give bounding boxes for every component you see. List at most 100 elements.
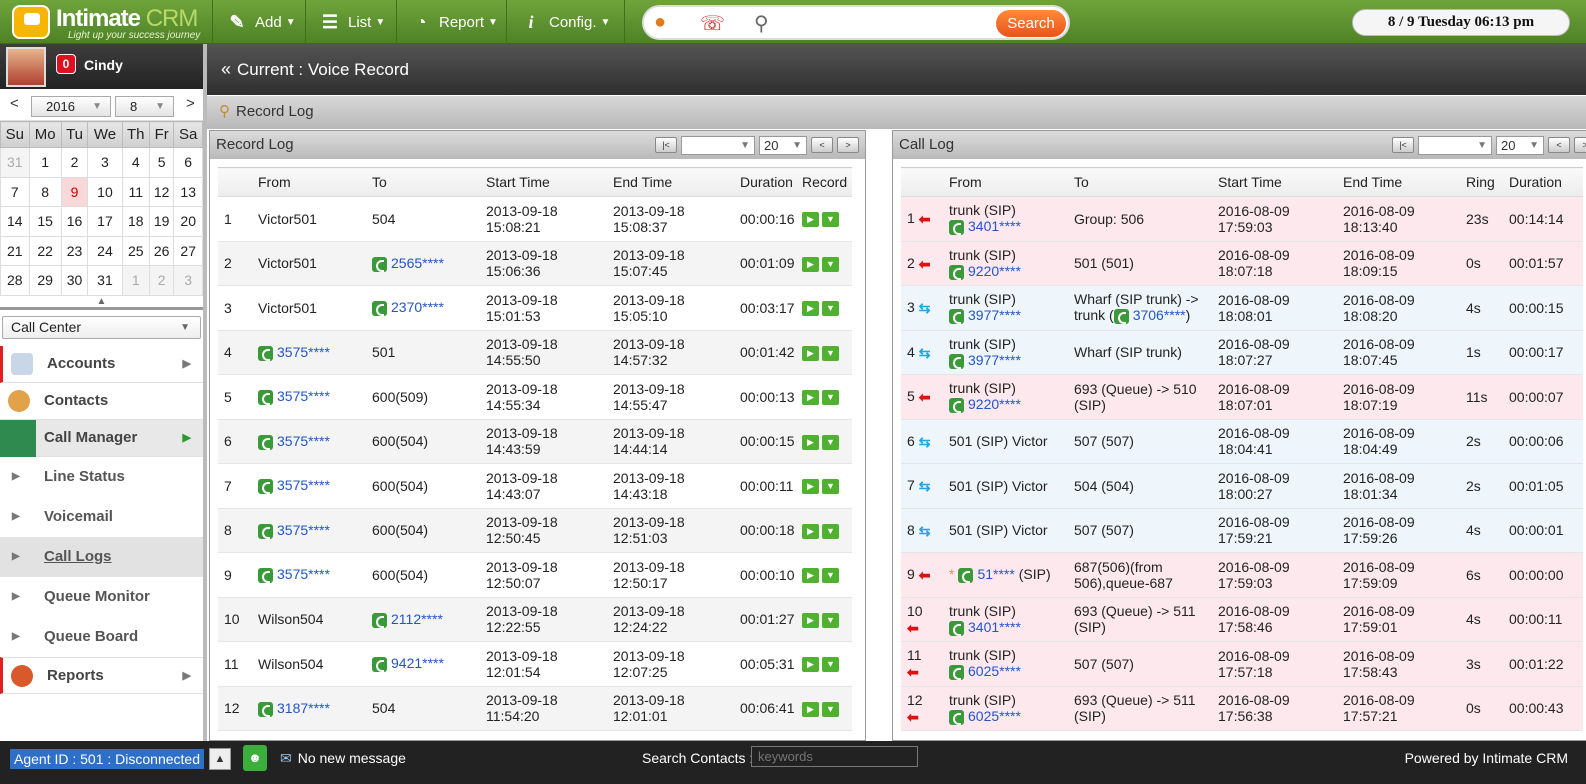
phone-number-link[interactable]: 6025**** (949, 708, 1021, 725)
table-row[interactable]: 5 3575**** 600(509) 2013-09-18 14:55:34 2013-… (218, 374, 852, 420)
calendar-day[interactable]: 12 (148, 176, 175, 207)
nav-voicemail[interactable]: ▶ Voicemail (0, 497, 203, 537)
next-page-button[interactable]: > (1574, 137, 1586, 153)
calendar-day[interactable]: 7 (0, 176, 30, 207)
table-row[interactable]: 2 ⬅ trunk (SIP) 9220**** 501 (501) 2016-08-0… (901, 241, 1583, 286)
calendar-day[interactable]: 1 (28, 147, 62, 178)
download-icon[interactable]: ▼ (822, 390, 839, 406)
phone-number-link[interactable]: 2112**** (372, 611, 443, 628)
calendar-next-button[interactable]: > (186, 95, 195, 112)
calendar-day[interactable]: 10 (87, 176, 123, 207)
prev-page-button[interactable]: < (811, 137, 833, 153)
expand-up-icon[interactable]: ▲ (209, 748, 231, 770)
menu-config[interactable]: i Config. ▼ (506, 0, 626, 44)
col-end-time[interactable]: End Time (1337, 167, 1460, 197)
col-start-time[interactable]: Start Time (1212, 167, 1337, 197)
calendar-day[interactable]: 8 (28, 176, 62, 207)
calendar-day[interactable]: 21 (0, 235, 30, 266)
play-icon[interactable]: ▶ (802, 434, 819, 450)
play-icon[interactable]: ▶ (802, 345, 819, 361)
phone-number-link[interactable]: 3575**** (258, 388, 330, 406)
menu-list[interactable]: ☰ List ▼ (305, 0, 399, 44)
table-row[interactable]: 9 3575**** 600(504) 2013-09-18 12:50:07 2013-… (218, 552, 852, 598)
chat-icon[interactable]: ☻ (243, 745, 267, 771)
download-icon[interactable]: ▼ (822, 212, 839, 228)
table-row[interactable]: 1 ⬅ trunk (SIP) 3401**** Group: 506 2016-08-… (901, 196, 1583, 242)
calendar-day[interactable]: 24 (87, 235, 123, 266)
play-icon[interactable]: ▶ (802, 301, 819, 317)
calendar-day[interactable]: 31 (0, 147, 30, 178)
calendar-prev-button[interactable]: < (10, 95, 19, 112)
table-row[interactable]: 9 ⬅ * 51**** (SIP) 687(506)(from 506),queue-… (901, 552, 1583, 598)
next-page-button[interactable]: > (837, 137, 859, 153)
phone-number-link[interactable]: 3401**** (949, 619, 1021, 636)
calendar-day[interactable]: 13 (173, 176, 203, 207)
table-row[interactable]: 4 3575**** 501 2013-09-18 14:55:50 2013-09-18… (218, 330, 852, 375)
table-row[interactable]: 12 3187**** 504 2013-09-18 11:54:20 2013-09-1… (218, 686, 852, 731)
calendar-year-select[interactable]: 2016 ▼ (31, 96, 111, 117)
download-icon[interactable]: ▼ (822, 701, 839, 717)
nav-reports[interactable]: Reports ▶ (0, 656, 203, 694)
nav-queue-monitor[interactable]: ▶ Queue Monitor (0, 577, 203, 617)
table-row[interactable]: 8 3575**** 600(504) 2013-09-18 12:50:45 2013-… (218, 508, 852, 553)
nav-queue-board[interactable]: ▶ Queue Board (0, 617, 203, 657)
calendar-day[interactable]: 22 (28, 235, 62, 266)
calendar-day[interactable]: 2 (60, 147, 89, 178)
nav-call-manager[interactable]: Call Manager ▶ (0, 419, 203, 457)
calendar-day[interactable]: 19 (148, 206, 175, 237)
table-row[interactable]: 12 ⬅ trunk (SIP) 6025**** 693 (Queue) -> 51… (901, 686, 1583, 731)
phone-number-link[interactable]: 3187**** (258, 700, 330, 717)
phone-number-link[interactable]: 3575**** (258, 477, 330, 495)
play-icon[interactable]: ▶ (802, 256, 819, 272)
phone-number-link[interactable]: 3977**** (949, 307, 1021, 325)
calendar-day[interactable]: 26 (148, 235, 175, 266)
page-select[interactable]: ▼ (681, 135, 755, 155)
table-row[interactable]: 6 ⇆ 501 (SIP) Victor 507 (507) 2016-08-09 18… (901, 419, 1583, 464)
calendar-day[interactable]: 6 (173, 147, 203, 178)
col-from[interactable]: From (943, 167, 1068, 197)
phone-number-link[interactable]: 9220**** (949, 396, 1021, 414)
phone-number-link[interactable]: 9220**** (949, 263, 1021, 280)
play-icon[interactable]: ▶ (802, 568, 819, 584)
download-icon[interactable]: ▼ (822, 345, 839, 361)
agent-status[interactable]: Agent ID : 501 : Disconnected (10, 749, 204, 769)
collapse-sidebar-icon[interactable]: « (221, 59, 231, 79)
phone-number-link[interactable]: 3575**** (258, 433, 330, 450)
table-row[interactable]: 10 ⬅ trunk (SIP) 3401**** 693 (Queue) -> 51… (901, 597, 1583, 642)
notification-badge[interactable]: 0 (56, 54, 76, 74)
avatar[interactable] (6, 47, 46, 87)
calendar-day[interactable]: 2 (148, 265, 175, 296)
menu-report[interactable]: ◔ Report ▼ (396, 0, 512, 44)
first-page-button[interactable]: |< (1392, 137, 1414, 153)
phone-number-link[interactable]: 3575**** (258, 566, 330, 584)
contact-person-icon[interactable]: ● (654, 11, 666, 34)
calendar-day[interactable]: 1 (121, 265, 150, 296)
col-ring[interactable]: Ring (1460, 167, 1503, 197)
nav-contacts[interactable]: Contacts (0, 383, 203, 420)
calendar-day[interactable]: 31 (87, 265, 123, 296)
download-icon[interactable]: ▼ (822, 479, 839, 495)
phone-number-link[interactable]: 3977**** (949, 352, 1021, 369)
calendar-day[interactable]: 23 (60, 235, 89, 266)
app-logo[interactable]: Intimate CRM Light up your success journ… (8, 3, 208, 41)
phone-network-icon[interactable]: ☏ (700, 11, 725, 36)
calendar-day[interactable]: 18 (121, 206, 150, 237)
calendar-day[interactable]: 9 (60, 176, 89, 207)
calendar-day[interactable]: 20 (173, 206, 203, 237)
phone-number-link[interactable]: 3401**** (949, 218, 1021, 236)
col-end-time[interactable]: End Time (607, 167, 734, 197)
calendar-day[interactable]: 5 (148, 147, 175, 178)
col-duration[interactable]: Duration (734, 167, 796, 197)
phone-number-link[interactable]: 3575**** (258, 344, 330, 361)
calendar-day[interactable]: 25 (121, 235, 150, 266)
calendar-month-select[interactable]: 8 ▼ (115, 96, 174, 117)
table-row[interactable]: 11 ⬅ trunk (SIP) 6025**** 507 (507) 2016-08-… (901, 641, 1583, 687)
calendar-day[interactable]: 3 (87, 147, 123, 178)
col-duration[interactable]: Duration (1503, 167, 1583, 197)
table-row[interactable]: 7 ⇆ 501 (SIP) Victor 504 (504) 2016-08-09 18… (901, 463, 1583, 509)
table-row[interactable]: 4 ⇆ trunk (SIP) 3977**** Wharf (SIP trunk) 2… (901, 330, 1583, 375)
table-row[interactable]: 1 Victor501 504 2013-09-18 15:08:21 2013-09-1… (218, 196, 852, 242)
calendar-day[interactable]: 29 (28, 265, 62, 296)
table-row[interactable]: 5 ⬅ trunk (SIP) 9220**** 693 (Queue) -> 510… (901, 374, 1583, 420)
calendar-day[interactable]: 16 (60, 206, 89, 237)
